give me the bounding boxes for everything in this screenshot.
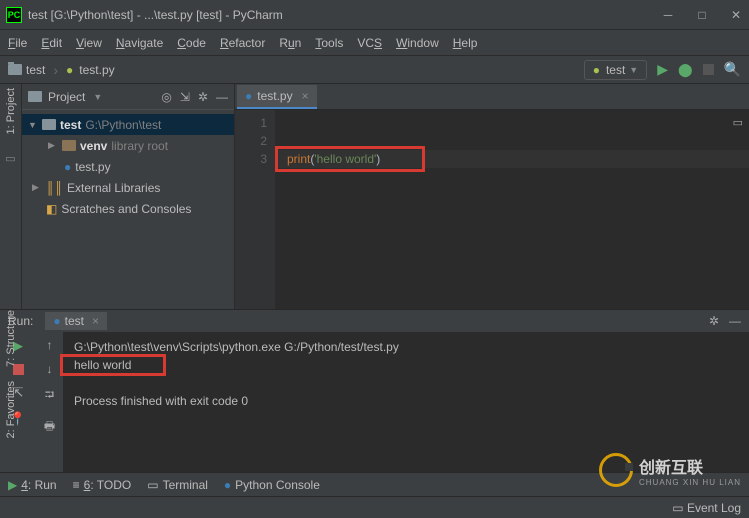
- hide-icon[interactable]: —: [729, 314, 741, 328]
- menu-run[interactable]: Run: [279, 36, 301, 50]
- editor-tab-label: test.py: [257, 89, 292, 103]
- close-button[interactable]: ✕: [729, 8, 743, 22]
- console-output[interactable]: G:\Python\test\venv\Scripts\python.exe G…: [64, 332, 749, 472]
- sidebar-tab-favorites[interactable]: 2: Favorites: [5, 381, 17, 438]
- breadcrumb-separator: ›: [53, 62, 58, 78]
- breadcrumb-file[interactable]: test.py: [79, 63, 114, 77]
- breadcrumb-root[interactable]: test: [26, 63, 45, 77]
- library-icon: ║║: [46, 181, 63, 195]
- up-icon[interactable]: ↑: [47, 338, 53, 352]
- code-editor[interactable]: 1 2 3 print('hello world') ▭: [235, 110, 749, 309]
- bottom-tab-run[interactable]: ▶4: Run: [8, 478, 57, 492]
- menu-edit[interactable]: Edit: [41, 36, 62, 50]
- python-icon: ●: [53, 314, 60, 328]
- bottom-tab-todo[interactable]: ≡6: TODO: [73, 478, 132, 492]
- bottom-tab-terminal[interactable]: ▭Terminal: [147, 478, 208, 492]
- watermark: 创新互联 CHUANG XIN HU LIAN: [599, 453, 741, 487]
- navigation-bar: test › ● test.py ● test ▼ ▶ ⬤ 🔍: [0, 56, 749, 84]
- tree-file-testpy[interactable]: ● test.py: [22, 156, 234, 177]
- menu-navigate[interactable]: Navigate: [116, 36, 163, 50]
- run-tool-window: Run: ● test × ✲ — ▶ ⇱ 📍 ↑ ↓ ⮒ 🖶 G:\Pytho…: [0, 309, 749, 472]
- status-bar: ▭ Event Log: [0, 496, 749, 518]
- line-gutter: 1 2 3: [235, 110, 275, 309]
- search-icon[interactable]: 🔍: [724, 61, 741, 78]
- run-tab-test[interactable]: ● test ×: [45, 312, 107, 330]
- tree-scratches[interactable]: ◧ Scratches and Consoles: [22, 198, 234, 219]
- console-line-cmd: G:\Python\test\venv\Scripts\python.exe G…: [74, 338, 739, 356]
- console-line-output: hello world: [74, 356, 739, 374]
- project-tree: ▼ test G:\Python\test ▶ venv library roo…: [22, 110, 234, 223]
- python-file-icon: ●: [66, 63, 73, 77]
- settings-icon[interactable]: ✲: [709, 314, 719, 328]
- stop-button[interactable]: [703, 64, 714, 75]
- tree-root[interactable]: ▼ test G:\Python\test: [22, 114, 234, 135]
- folder-icon: [8, 64, 22, 75]
- menu-window[interactable]: Window: [396, 36, 439, 50]
- watermark-logo-icon: [599, 453, 633, 487]
- sidebar-icon[interactable]: ▭: [5, 152, 15, 165]
- main-area: 1: Project ▭ Project ▼ ◎ ⇲ ✲ — ▼ test G:…: [0, 84, 749, 309]
- collapse-icon[interactable]: ⇲: [180, 90, 190, 104]
- bottom-tab-python-console[interactable]: ●Python Console: [224, 478, 320, 492]
- menu-bar: File Edit View Navigate Code Refactor Ru…: [0, 30, 749, 56]
- sidebar-tab-structure[interactable]: 7: Structure: [5, 310, 17, 367]
- pycharm-icon: PC: [6, 7, 22, 23]
- minimize-button[interactable]: ─: [661, 8, 675, 22]
- project-panel-title: Project: [48, 90, 85, 104]
- menu-help[interactable]: Help: [453, 36, 478, 50]
- window-title: test [G:\Python\test] - ...\test.py [tes…: [28, 8, 661, 22]
- project-panel-header: Project ▼ ◎ ⇲ ✲ —: [22, 84, 234, 110]
- python-icon: ●: [593, 63, 600, 77]
- menu-refactor[interactable]: Refactor: [220, 36, 265, 50]
- run-toolbar-secondary: ↑ ↓ ⮒ 🖶: [36, 332, 64, 472]
- down-icon[interactable]: ↓: [47, 362, 53, 376]
- menu-file[interactable]: File: [8, 36, 27, 50]
- editor-tabs: ● test.py ×: [235, 84, 749, 110]
- left-tool-stripe: 1: Project ▭: [0, 84, 22, 309]
- context-icon[interactable]: ▭: [733, 114, 743, 132]
- python-file-icon: ●: [64, 160, 71, 174]
- scratches-icon: ◧: [46, 202, 57, 216]
- debug-button[interactable]: ⬤: [678, 62, 693, 78]
- project-panel: Project ▼ ◎ ⇲ ✲ — ▼ test G:\Python\test …: [22, 84, 235, 309]
- menu-code[interactable]: Code: [177, 36, 206, 50]
- folder-icon: [28, 91, 42, 102]
- maximize-button[interactable]: □: [695, 8, 709, 22]
- run-header: Run: ● test × ✲ —: [0, 310, 749, 332]
- sidebar-tab-project[interactable]: 1: Project: [5, 88, 17, 134]
- wrap-icon[interactable]: ⮒: [45, 386, 54, 407]
- menu-vcs[interactable]: VCS: [357, 36, 382, 50]
- print-icon[interactable]: 🖶: [44, 417, 55, 438]
- dropdown-icon[interactable]: ▼: [93, 92, 102, 102]
- tree-external-libs[interactable]: ▶║║ External Libraries: [22, 177, 234, 198]
- editor-tab-testpy[interactable]: ● test.py ×: [237, 85, 317, 109]
- run-body: ▶ ⇱ 📍 ↑ ↓ ⮒ 🖶 G:\Python\test\venv\Script…: [0, 332, 749, 472]
- hide-icon[interactable]: —: [216, 90, 228, 104]
- close-tab-icon[interactable]: ×: [302, 89, 309, 103]
- title-bar: PC test [G:\Python\test] - ...\test.py […: [0, 0, 749, 30]
- menu-tools[interactable]: Tools: [315, 36, 343, 50]
- watermark-sub: CHUANG XIN HU LIAN: [639, 478, 741, 487]
- close-icon[interactable]: ×: [92, 314, 99, 328]
- menu-view[interactable]: View: [76, 36, 102, 50]
- dropdown-icon: ▼: [629, 65, 638, 75]
- tree-venv[interactable]: ▶ venv library root: [22, 135, 234, 156]
- run-config-label: test: [606, 63, 625, 77]
- watermark-brand: 创新互联: [639, 454, 741, 478]
- event-log-link[interactable]: ▭ Event Log: [672, 501, 741, 515]
- editor-area: ● test.py × 1 2 3 print('hello world') ▭: [235, 84, 749, 309]
- locate-icon[interactable]: ◎: [161, 90, 171, 104]
- settings-icon[interactable]: ✲: [198, 90, 208, 104]
- source-text[interactable]: print('hello world') ▭: [275, 110, 749, 309]
- run-button[interactable]: ▶: [657, 61, 668, 78]
- console-line-exit: Process finished with exit code 0: [74, 392, 739, 410]
- run-config-selector[interactable]: ● test ▼: [584, 60, 648, 80]
- python-file-icon: ●: [245, 89, 252, 103]
